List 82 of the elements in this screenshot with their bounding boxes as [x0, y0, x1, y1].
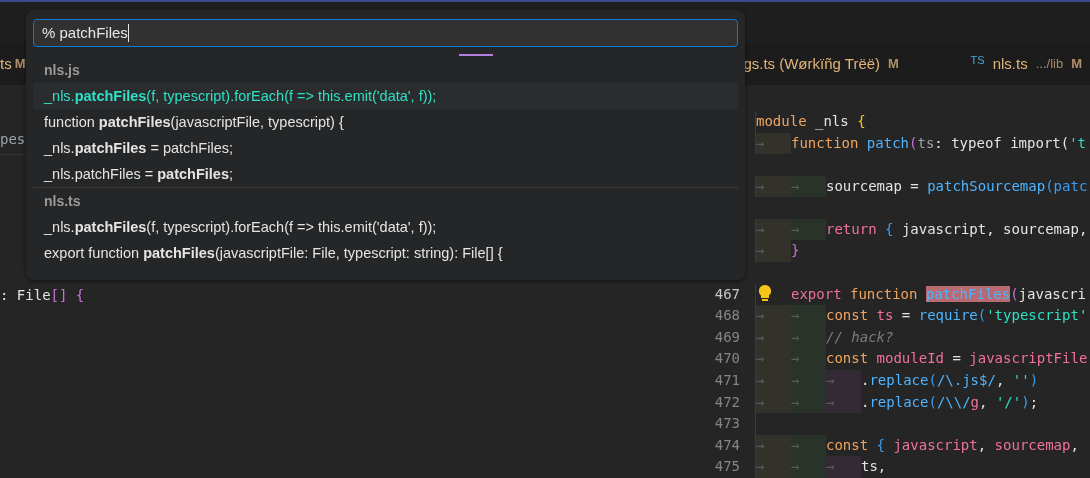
code-token: : typeof import( [934, 134, 1070, 151]
line-number: 468 [714, 307, 740, 324]
code-token: ts, [861, 458, 887, 475]
result-item[interactable]: _nls.patchFiles = patchFiles; [33, 135, 738, 161]
code-token: const [826, 436, 870, 453]
line-number: 469 [714, 328, 740, 345]
code-token: 'typescript' [986, 307, 1088, 324]
code-token: /\\/ [936, 393, 971, 410]
code-token: ( [977, 307, 987, 324]
line-number: 471 [714, 372, 740, 389]
group-label: nls.ts [43, 191, 82, 211]
code-token: function [791, 134, 860, 151]
code-token: const [826, 350, 870, 367]
code-token: [] [50, 286, 68, 303]
code-token: function [850, 285, 919, 302]
code-token: (patc [1045, 177, 1088, 194]
code-token: patch [866, 134, 909, 151]
code-token: g [970, 393, 980, 410]
code-token: patchSourcemap [927, 177, 1046, 194]
editor-tab[interactable]: TS nls.ts .../lib M [962, 42, 1090, 85]
code-token: ) [1029, 372, 1039, 389]
code-token: , [1070, 436, 1079, 453]
line-number: 470 [714, 350, 740, 367]
code-token: javascript, sourcemap, [901, 220, 1088, 237]
code-token: ( [909, 134, 918, 151]
code-token: sourcemap = [826, 177, 920, 194]
line-number: 467 [714, 285, 740, 302]
code-token: pes [0, 130, 26, 147]
code-token: ts [876, 307, 894, 324]
code-token: javascriptFile [969, 350, 1088, 367]
code-token: , [979, 393, 989, 410]
code-token: } [791, 242, 800, 259]
code-token: const [826, 307, 870, 324]
editor-tab[interactable]: ts M [0, 42, 26, 85]
code-token: module [756, 112, 807, 129]
code-token: { [884, 220, 895, 237]
code-token: ( [928, 393, 937, 410]
result-item[interactable]: _nls.patchFiles = patchFiles; [33, 161, 738, 187]
result-item[interactable]: export function patchFiles(javascriptFile: File, typescript: string): File[] { [33, 240, 738, 266]
result-item[interactable]: _nls.patchFiles(f, typescript).forEach(f => this.emit('data', f)); [33, 214, 738, 240]
code-token: patchFiles [925, 285, 1011, 302]
code-token: { [876, 436, 886, 453]
code-token: return [826, 220, 877, 237]
code-token: /\.js$/ [936, 372, 996, 389]
typescript-file-icon: TS [970, 51, 985, 69]
code-token: sourcemap [994, 436, 1071, 453]
code-token: javascript [893, 436, 978, 453]
code-token: replace [869, 393, 929, 410]
code-token: = [900, 307, 912, 324]
line-number: 472 [714, 393, 740, 410]
code-token: '/' [995, 393, 1022, 410]
code-token: ) [1021, 393, 1030, 410]
code-token: , [995, 372, 1006, 389]
code-token: . [861, 393, 870, 410]
code-token: moduleId [876, 350, 944, 367]
search-field[interactable]: % patchFiles [33, 19, 738, 47]
line-number: 473 [714, 415, 740, 432]
code-token: ts [917, 134, 935, 151]
result-item[interactable]: function patchFiles(javascriptFile, typescript) { [33, 109, 738, 135]
code-token: export [791, 285, 843, 302]
line-number: 474 [714, 436, 740, 453]
code-token: ( [928, 372, 937, 389]
code-token: . [861, 372, 870, 389]
code-token: require [918, 307, 978, 324]
code-token: : File [0, 286, 51, 303]
code-token: , [977, 436, 988, 453]
code-token: = [951, 350, 962, 367]
code-token: '' [1012, 372, 1030, 389]
code-token: _nls [814, 112, 850, 129]
code-token: javascri [1018, 285, 1087, 302]
code-token: 't [1069, 134, 1087, 151]
code-token: { [74, 286, 85, 303]
code-token: // hack? [826, 328, 894, 345]
line-number: 475 [714, 458, 740, 475]
editor-tab[interactable]: gs.ts (Wørkïñg Trëë) M [743, 42, 963, 85]
lightbulb-icon[interactable] [758, 283, 772, 302]
code-token: ( [1010, 285, 1019, 302]
code-token: replace [869, 372, 929, 389]
code-token: { [857, 112, 866, 129]
result-item[interactable]: _nls.patchFiles(f, typescript).forEach(f => this.emit('data', f)); [33, 83, 738, 109]
code-token: ; [1029, 393, 1039, 410]
group-label: nls.js [43, 60, 81, 80]
